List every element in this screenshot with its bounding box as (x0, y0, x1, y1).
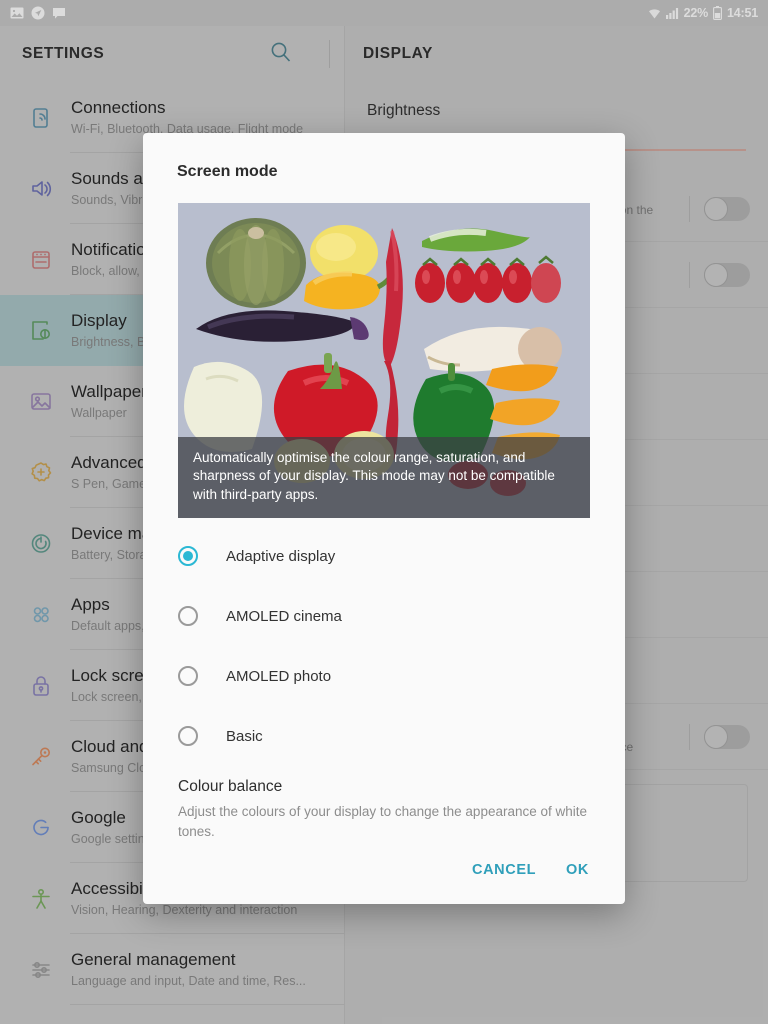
connections-icon (16, 105, 66, 131)
general-management-icon (16, 957, 66, 983)
radio-option-amoled-photo[interactable]: AMOLED photo (143, 646, 625, 706)
sidebar-item-label: General management (71, 949, 236, 969)
apps-icon (16, 602, 66, 628)
colour-balance-title: Colour balance (178, 778, 283, 795)
radio-option-label: Adaptive display (226, 547, 336, 565)
advanced-icon (16, 460, 66, 486)
cancel-button[interactable]: CANCEL (472, 862, 536, 878)
toggle-switch[interactable] (704, 725, 750, 749)
radio-option-label: AMOLED photo (226, 667, 332, 685)
lock-icon (16, 673, 66, 699)
search-icon[interactable] (270, 41, 292, 68)
display-icon (16, 318, 66, 344)
toggle-knob (704, 197, 728, 221)
sound-icon (16, 176, 66, 202)
battery-icon (713, 6, 722, 20)
toggle-knob (704, 725, 728, 749)
toggle-knob (704, 263, 728, 287)
radio-button[interactable] (178, 546, 198, 566)
status-bar: 22% 14:51 (0, 0, 768, 26)
display-pane-header: DISPLAY (345, 26, 768, 82)
image-icon (10, 6, 24, 20)
clock-label: 14:51 (727, 6, 758, 20)
toggle-switch[interactable] (704, 263, 750, 287)
sidebar-header: SETTINGS (0, 26, 344, 82)
screen-mode-options: Adaptive display AMOLED cinema AMOLED phot… (143, 518, 625, 768)
status-left-icons (10, 6, 66, 20)
navigation-icon (31, 6, 45, 20)
radio-button[interactable] (178, 726, 198, 746)
dialog-title: Screen mode (177, 163, 278, 180)
battery-percent-label: 22% (683, 6, 709, 20)
sidebar-item-text: General management Language and input, Da… (66, 949, 306, 991)
row-divider (70, 1004, 345, 1005)
radio-option-label: AMOLED cinema (226, 607, 342, 625)
radio-option-label: Basic (226, 727, 263, 745)
wallpaper-icon (16, 389, 66, 415)
notifications-icon (16, 247, 66, 273)
ok-button[interactable]: OK (566, 862, 589, 878)
status-right-cluster: 22% 14:51 (648, 6, 758, 20)
wifi-icon (648, 7, 661, 20)
screen-root: 22% 14:51 SETTINGS Connections Wi-Fi, Blu… (0, 0, 768, 1024)
radio-option-basic[interactable]: Basic (143, 706, 625, 766)
header-divider (329, 40, 330, 68)
colour-balance-description: Adjust the colours of your display to ch… (178, 804, 588, 839)
radio-option-amoled-cinema[interactable]: AMOLED cinema (143, 586, 625, 646)
radio-option-adaptive-display[interactable]: Adaptive display (143, 526, 625, 586)
row-vertical-divider (689, 196, 690, 222)
dialog-actions: CANCEL OK (143, 842, 625, 904)
page-title: DISPLAY (363, 45, 433, 62)
preview-caption: Automatically optimise the colour range,… (178, 436, 590, 518)
colour-balance-section: Colour balance Adjust the colours of you… (143, 768, 625, 842)
google-icon (16, 815, 66, 841)
row-vertical-divider (689, 724, 690, 750)
screen-mode-dialog: Screen mode Automatically optimise the c… (143, 133, 625, 904)
radio-button[interactable] (178, 606, 198, 626)
key-icon (16, 744, 66, 770)
message-icon (52, 6, 66, 20)
sidebar-item-label: Connections (71, 97, 166, 117)
toggle-switch[interactable] (704, 197, 750, 221)
accessibility-icon (16, 886, 66, 912)
row-vertical-divider (689, 262, 690, 288)
sidebar-item-general-management[interactable]: General management Language and input, Da… (0, 934, 345, 1005)
brightness-label: Brightness (367, 102, 441, 119)
signal-bars-icon (665, 7, 679, 19)
device-maintenance-icon (16, 531, 66, 557)
screen-mode-preview-image: Automatically optimise the colour range,… (178, 203, 590, 518)
sidebar-item-sublabel: Language and input, Date and time, Res..… (71, 973, 306, 988)
sidebar-title: SETTINGS (22, 45, 105, 62)
radio-button[interactable] (178, 666, 198, 686)
